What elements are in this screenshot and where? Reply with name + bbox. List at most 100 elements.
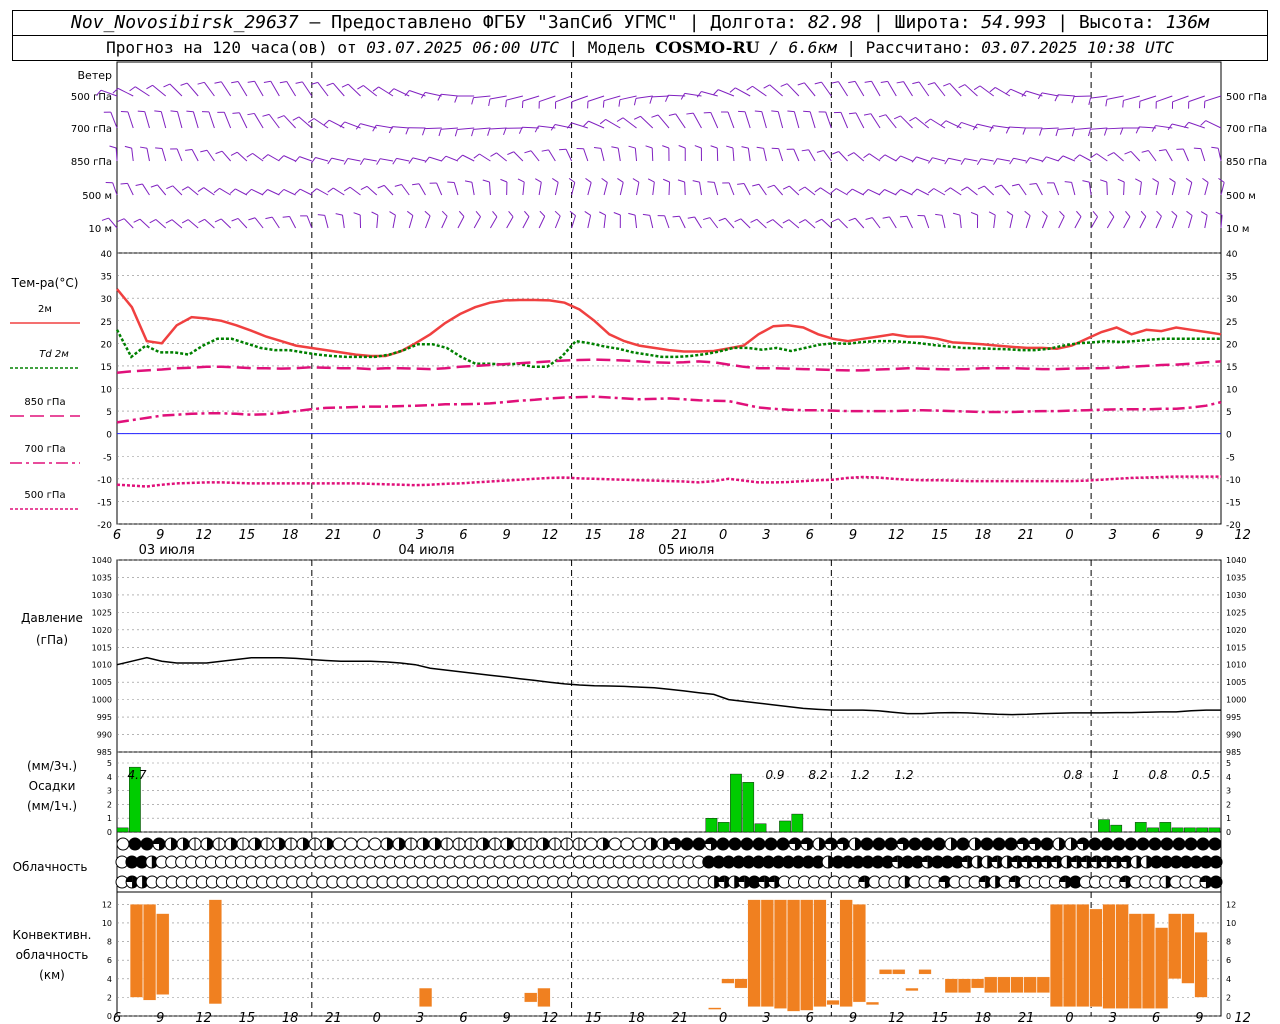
- wind-barb-feather: [1064, 181, 1072, 183]
- cloud-symbol-fill: [705, 838, 711, 844]
- wind-barb-feather: [326, 82, 334, 87]
- wind-barb-feather: [994, 184, 1002, 188]
- wind-barb: [649, 215, 654, 229]
- wind-barb-feather: [958, 84, 966, 89]
- wind-barb-feather: [782, 185, 790, 190]
- convective-tick: 10: [102, 919, 112, 928]
- cloud-symbol-fill: [663, 838, 669, 850]
- convective-bar: [1063, 904, 1077, 1007]
- precip-bar: [1147, 827, 1159, 833]
- wind-barb-feather: [944, 157, 949, 165]
- wind-barb: [657, 114, 670, 129]
- wind-barb: [418, 183, 426, 196]
- wind-barb: [1041, 127, 1059, 130]
- cloud-symbol-fill: [1029, 838, 1035, 844]
- wind-barb: [513, 151, 524, 162]
- hour-tick: 0: [1065, 528, 1073, 543]
- date-label: 05 июля: [658, 543, 714, 558]
- precip-bar: [1183, 827, 1196, 833]
- wind-barb: [177, 111, 183, 129]
- wind-barb: [565, 149, 573, 162]
- cloud-symbol-fill: [1113, 838, 1125, 850]
- wind-barb: [1106, 181, 1108, 196]
- wind-barb-feather: [832, 151, 839, 155]
- wind-barb: [1106, 216, 1115, 229]
- wind-barb: [838, 151, 848, 162]
- convective-tick-right: 6: [1226, 956, 1231, 965]
- wind-barb: [489, 95, 507, 100]
- cloud-symbol-fill: [741, 838, 753, 850]
- bottom-hour-tick: 12: [195, 1011, 212, 1024]
- wind-barb-feather: [737, 183, 745, 185]
- convective-unit: (км): [39, 968, 65, 982]
- wind-barb: [993, 125, 1011, 129]
- wind-level-label-right: 700 гПа: [1226, 124, 1267, 135]
- cloud-symbol-fill: [231, 838, 237, 850]
- wind-barb-feather: [880, 80, 888, 84]
- wind-barb: [171, 219, 183, 229]
- wind-barb-feather: [487, 128, 491, 136]
- wind-barb: [155, 219, 167, 229]
- wind-barb-feather: [170, 110, 178, 113]
- wind-barb-feather: [1186, 210, 1193, 216]
- wind-barb: [1165, 149, 1173, 162]
- hour-tick: 15: [931, 528, 948, 543]
- wind-barb: [539, 95, 556, 103]
- wind-barb: [1071, 182, 1076, 196]
- precip-bar: [116, 827, 129, 833]
- wind-barb-feather: [323, 119, 330, 126]
- wind-barb: [603, 182, 608, 196]
- wind-barb: [220, 218, 231, 229]
- wind-barb: [1171, 182, 1176, 196]
- wind-barb-feather: [359, 158, 365, 166]
- wind-barb-feather: [763, 84, 771, 89]
- temp-tick: -15: [97, 498, 112, 508]
- convective-bar: [129, 904, 143, 998]
- temp-tick-right: 10: [1226, 386, 1238, 396]
- wind-barb-feather: [628, 145, 636, 149]
- wind-barb: [793, 148, 800, 162]
- wind-barb: [1057, 94, 1075, 97]
- precip-label: 1.2: [850, 768, 869, 782]
- cloud-symbol-fill: [1035, 838, 1041, 850]
- wind-barb: [617, 148, 621, 162]
- bottom-hour-tick: 3: [762, 1011, 770, 1024]
- wind-barb: [571, 215, 576, 229]
- wind-barb: [571, 95, 588, 103]
- wind-barb: [347, 83, 361, 97]
- temp-tick-right: 0: [1226, 431, 1232, 441]
- convective-bar: [944, 978, 958, 993]
- convective-bar: [879, 969, 893, 975]
- cloud-symbol-fill: [729, 838, 741, 850]
- wind-barb: [191, 149, 199, 162]
- wind-barb: [900, 188, 913, 196]
- date-label: 04 июля: [398, 543, 454, 558]
- wind-barb-feather: [1202, 177, 1209, 183]
- cloud-symbol-fill: [807, 838, 813, 850]
- bottom-hour-tick: 9: [849, 1011, 857, 1024]
- temp-legend-label: 500 гПа: [24, 490, 65, 501]
- wind-level-label-right: 500 гПа: [1226, 92, 1267, 103]
- wind-barb-feather: [1152, 178, 1159, 183]
- convective-tick: 8: [107, 938, 112, 947]
- wind-barb: [763, 148, 767, 162]
- wind-barb-feather: [782, 219, 790, 224]
- cloud-symbol-fill: [1185, 838, 1197, 850]
- precip-panel-frame: [116, 751, 1222, 833]
- cloud-symbol-fill: [789, 838, 795, 844]
- wind-barb-feather: [928, 188, 935, 194]
- wind-barb: [980, 158, 994, 162]
- cloud-symbol-fill: [1100, 856, 1107, 862]
- wind-barb-feather: [277, 115, 285, 119]
- wind-barb: [761, 111, 767, 129]
- wind-barb: [127, 111, 134, 129]
- wind-barb: [821, 218, 832, 229]
- cloud-symbol-fill: [1041, 838, 1053, 850]
- cloud-symbol: [632, 837, 646, 851]
- wind-barb: [530, 150, 540, 162]
- precip-tick: 1: [107, 814, 112, 823]
- wind-barb-feather: [163, 83, 171, 88]
- temp-series-0: [116, 288, 1222, 358]
- wind-barb: [777, 111, 784, 129]
- convective-bar: [1023, 976, 1037, 993]
